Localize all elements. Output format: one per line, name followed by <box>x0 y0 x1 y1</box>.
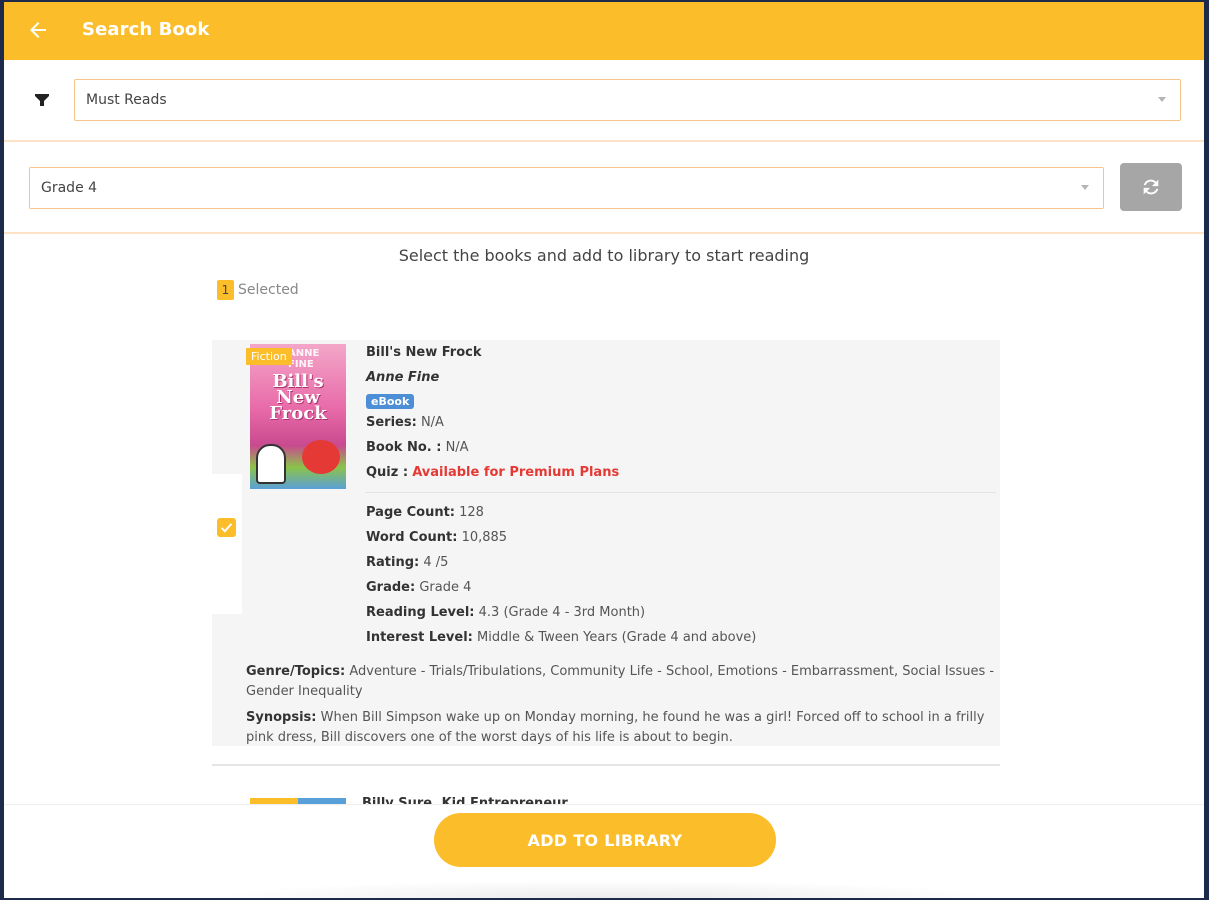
grade-filter-row: Grade 4 <box>4 144 1204 234</box>
interest-level-value: Middle & Tween Years (Grade 4 and above) <box>477 630 757 645</box>
cover-title-art: Bill's New Frock <box>269 371 327 424</box>
rating-label: Rating: <box>366 555 420 570</box>
word-count-label: Word Count: <box>366 530 458 545</box>
checkbox-column <box>212 474 242 614</box>
synopsis-label: Synopsis: <box>246 710 317 725</box>
format-badge: eBook <box>366 394 415 409</box>
arrow-left-icon <box>30 22 46 38</box>
cover-author-art: ANNE FINE <box>288 348 320 370</box>
genre-topics: Genre/Topics: Adventure - Trials/Tribula… <box>246 662 998 702</box>
series-label: Series: <box>366 415 417 430</box>
series-value: N/A <box>420 415 444 430</box>
category-select-value: Must Reads <box>86 92 167 108</box>
bottom-shadow <box>204 880 1004 898</box>
app-window: Search Book Must Reads Grade 4 Select th… <box>4 2 1204 898</box>
back-button[interactable] <box>26 18 50 42</box>
chevron-down-icon <box>1158 97 1166 102</box>
synopsis-value: When Bill Simpson wake up on Monday morn… <box>246 710 985 745</box>
funnel-icon <box>35 94 49 106</box>
cover-figure <box>256 444 286 484</box>
category-select[interactable]: Must Reads <box>74 79 1181 121</box>
book-no-row: Book No. : N/A <box>366 438 996 463</box>
page-count-label: Page Count: <box>366 505 455 520</box>
reading-level-row: Reading Level: 4.3 (Grade 4 - 3rd Month) <box>366 603 996 628</box>
reading-level-label: Reading Level: <box>366 605 475 620</box>
quiz-row: Quiz : Available for Premium Plans <box>366 463 996 488</box>
book-title: Bill's New Frock <box>366 345 482 360</box>
category-filter-row: Must Reads <box>4 60 1204 142</box>
series-row: Series: N/A <box>366 413 996 438</box>
interest-level-row: Interest Level: Middle & Tween Years (Gr… <box>366 628 996 653</box>
grade-select[interactable]: Grade 4 <box>29 167 1104 209</box>
book-no-value: N/A <box>445 440 469 455</box>
book-author: Anne Fine <box>366 370 440 385</box>
word-count-row: Word Count: 10,885 <box>366 528 996 553</box>
grade-value: Grade 4 <box>419 580 472 595</box>
grade-row: Grade: Grade 4 <box>366 578 996 603</box>
grade-label: Grade: <box>366 580 416 595</box>
bottom-action-bar: ADD TO LIBRARY <box>4 804 1204 898</box>
cover-badge <box>302 440 340 474</box>
list-divider <box>212 764 1000 766</box>
book-cover-image: ANNE FINE Bill's New Frock <box>250 344 346 489</box>
reading-level-value: 4.3 (Grade 4 - 3rd Month) <box>478 605 646 620</box>
selected-label: Selected <box>238 282 299 298</box>
app-header: Search Book <box>4 2 1204 60</box>
synopsis: Synopsis: When Bill Simpson wake up on M… <box>246 708 998 748</box>
genre-label: Genre/Topics: <box>246 664 346 679</box>
instruction-text: Select the books and add to library to s… <box>398 246 810 265</box>
book-select-checkbox[interactable] <box>217 518 236 537</box>
info-divider <box>366 492 996 493</box>
word-count-value: 10,885 <box>461 530 508 545</box>
chevron-down-icon <box>1081 185 1089 190</box>
genre-value: Adventure - Trials/Tribulations, Communi… <box>246 664 995 699</box>
refresh-icon <box>1143 179 1159 195</box>
book-no-label: Book No. : <box>366 440 442 455</box>
book-info: Bill's New Frock Anne Fine eBook Series:… <box>366 344 996 653</box>
page-count-value: 128 <box>459 505 484 520</box>
grade-select-value: Grade 4 <box>41 180 98 196</box>
book-card[interactable]: ANNE FINE Bill's New Frock Fiction Bill'… <box>212 340 1000 746</box>
rating-value: 4 /5 <box>423 555 449 570</box>
checkmark-icon <box>220 523 233 533</box>
add-to-library-button[interactable]: ADD TO LIBRARY <box>434 813 776 867</box>
quiz-value: Available for Premium Plans <box>412 465 620 480</box>
page-title: Search Book <box>82 19 210 40</box>
page-count-row: Page Count: 128 <box>366 503 996 528</box>
selected-indicator: 1 Selected <box>217 280 299 300</box>
rating-row: Rating: 4 /5 <box>366 553 996 578</box>
selected-count-badge: 1 <box>217 280 234 300</box>
quiz-label: Quiz : <box>366 465 409 480</box>
genre-tag: Fiction <box>246 348 292 365</box>
interest-level-label: Interest Level: <box>366 630 473 645</box>
refresh-button[interactable] <box>1120 163 1182 211</box>
